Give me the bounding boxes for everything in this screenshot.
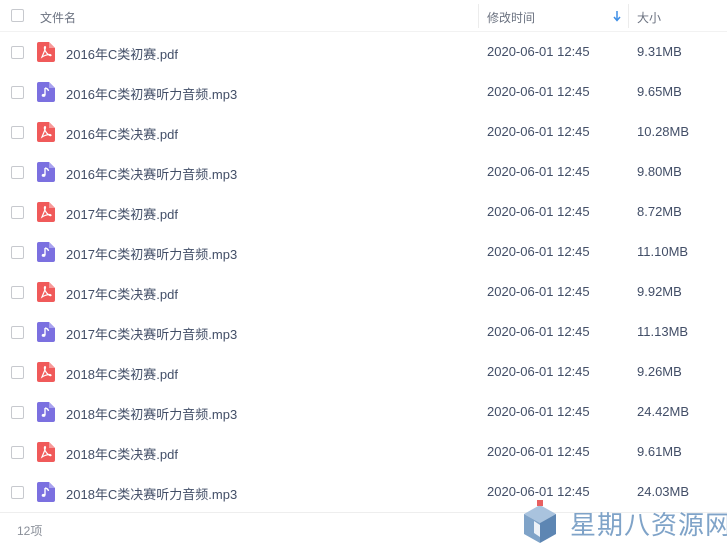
file-modified-time: 2020-06-01 12:45 [487, 364, 590, 379]
file-list-header: 文件名 修改时间 大小 [0, 0, 727, 32]
file-size: 8.72MB [637, 204, 682, 219]
file-name[interactable]: 2016年C类初赛听力音频.mp3 [66, 84, 237, 103]
file-row[interactable]: 2017年C类决赛听力音频.mp3 2020-06-01 12:45 11.13MB [0, 312, 727, 352]
file-size: 9.65MB [637, 84, 682, 99]
file-row[interactable]: 2017年C类初赛听力音频.mp3 2020-06-01 12:45 11.10MB [0, 232, 727, 272]
file-row[interactable]: 2018年C类初赛听力音频.mp3 2020-06-01 12:45 24.42MB [0, 392, 727, 432]
cube-logo-icon [524, 500, 556, 543]
watermark: 星期八资源网 [520, 497, 727, 545]
file-size: 9.61MB [637, 444, 682, 459]
audio-file-icon [37, 482, 55, 502]
sort-descending-icon[interactable] [612, 10, 622, 22]
row-checkbox[interactable] [11, 126, 24, 139]
file-modified-time: 2020-06-01 12:45 [487, 244, 590, 259]
file-row[interactable]: 2016年C类决赛.pdf 2020-06-01 12:45 10.28MB [0, 112, 727, 152]
file-row[interactable]: 2017年C类初赛.pdf 2020-06-01 12:45 8.72MB [0, 192, 727, 232]
row-checkbox[interactable] [11, 326, 24, 339]
file-name[interactable]: 2016年C类初赛.pdf [66, 44, 178, 63]
pdf-file-icon [37, 122, 55, 142]
file-size: 9.92MB [637, 284, 682, 299]
pdf-file-icon [37, 282, 55, 302]
file-name[interactable]: 2018年C类初赛听力音频.mp3 [66, 404, 237, 423]
file-modified-time: 2020-06-01 12:45 [487, 404, 590, 419]
file-size: 10.28MB [637, 124, 690, 139]
file-row[interactable]: 2018年C类决赛.pdf 2020-06-01 12:45 9.61MB [0, 432, 727, 472]
file-rows: 2016年C类初赛.pdf 2020-06-01 12:45 9.31MB 2016年… [0, 32, 727, 512]
file-name[interactable]: 2017年C类初赛.pdf [66, 204, 178, 223]
row-checkbox[interactable] [11, 246, 24, 259]
audio-file-icon [37, 242, 55, 262]
file-modified-time: 2020-06-01 12:45 [487, 324, 590, 339]
file-modified-time: 2020-06-01 12:45 [487, 284, 590, 299]
file-modified-time: 2020-06-01 12:45 [487, 124, 590, 139]
file-list-panel: 文件名 修改时间 大小 2016年C类初赛.pdf 2020-06-01 12:4… [0, 0, 727, 545]
file-name[interactable]: 2018年C类决赛.pdf [66, 444, 178, 463]
row-checkbox[interactable] [11, 46, 24, 59]
row-checkbox[interactable] [11, 166, 24, 179]
pdf-file-icon [37, 42, 55, 62]
select-all-checkbox[interactable] [11, 9, 24, 22]
file-name[interactable]: 2017年C类决赛.pdf [66, 284, 178, 303]
item-count: 12项 [17, 524, 43, 538]
file-modified-time: 2020-06-01 12:45 [487, 164, 590, 179]
file-name[interactable]: 2016年C类决赛听力音频.mp3 [66, 164, 237, 183]
column-header-modified[interactable]: 修改时间 [487, 9, 535, 26]
pdf-file-icon [37, 362, 55, 382]
file-name[interactable]: 2017年C类初赛听力音频.mp3 [66, 244, 237, 263]
row-checkbox[interactable] [11, 286, 24, 299]
pdf-file-icon [37, 442, 55, 462]
file-row[interactable]: 2016年C类初赛.pdf 2020-06-01 12:45 9.31MB [0, 32, 727, 72]
column-header-size[interactable]: 大小 [637, 9, 661, 26]
row-checkbox[interactable] [11, 406, 24, 419]
row-checkbox[interactable] [11, 446, 24, 459]
file-name[interactable]: 2018年C类初赛.pdf [66, 364, 178, 383]
file-modified-time: 2020-06-01 12:45 [487, 444, 590, 459]
file-name[interactable]: 2018年C类决赛听力音频.mp3 [66, 484, 237, 503]
audio-file-icon [37, 322, 55, 342]
row-checkbox[interactable] [11, 86, 24, 99]
row-checkbox[interactable] [11, 366, 24, 379]
file-size: 9.26MB [637, 364, 682, 379]
row-checkbox[interactable] [11, 486, 24, 499]
file-modified-time: 2020-06-01 12:45 [487, 204, 590, 219]
file-name[interactable]: 2017年C类决赛听力音频.mp3 [66, 324, 237, 343]
watermark-text: 星期八资源网 [570, 511, 727, 541]
column-divider[interactable] [628, 4, 629, 28]
row-checkbox[interactable] [11, 206, 24, 219]
file-row[interactable]: 2018年C类初赛.pdf 2020-06-01 12:45 9.26MB [0, 352, 727, 392]
file-size: 11.13MB [637, 324, 689, 339]
file-size: 9.80MB [637, 164, 682, 179]
file-size: 9.31MB [637, 44, 682, 59]
audio-file-icon [37, 162, 55, 182]
column-header-name[interactable]: 文件名 [40, 9, 76, 26]
file-modified-time: 2020-06-01 12:45 [487, 84, 590, 99]
file-row[interactable]: 2016年C类决赛听力音频.mp3 2020-06-01 12:45 9.80MB [0, 152, 727, 192]
pdf-file-icon [37, 202, 55, 222]
file-size: 11.10MB [637, 244, 689, 259]
file-row[interactable]: 2016年C类初赛听力音频.mp3 2020-06-01 12:45 9.65MB [0, 72, 727, 112]
audio-file-icon [37, 402, 55, 422]
file-size: 24.42MB [637, 404, 690, 419]
file-name[interactable]: 2016年C类决赛.pdf [66, 124, 178, 143]
file-row[interactable]: 2017年C类决赛.pdf 2020-06-01 12:45 9.92MB [0, 272, 727, 312]
file-modified-time: 2020-06-01 12:45 [487, 44, 590, 59]
column-divider[interactable] [478, 4, 479, 28]
audio-file-icon [37, 82, 55, 102]
